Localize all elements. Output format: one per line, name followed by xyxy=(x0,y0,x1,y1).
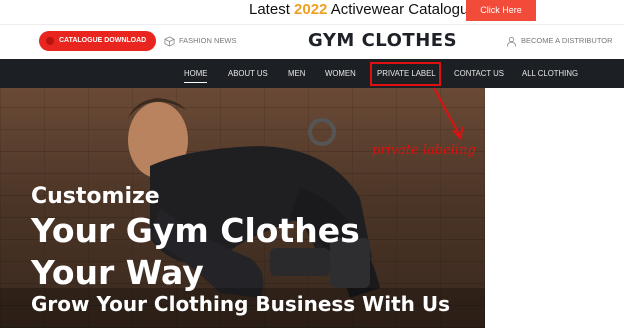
private-labeling-annotation: private labeling xyxy=(372,143,476,158)
distributor-label: BECOME A DISTRIBUTOR xyxy=(521,36,613,45)
annotation-arrow-icon xyxy=(433,87,464,141)
nav-item-contact-us[interactable]: CONTACT US xyxy=(454,59,504,88)
hero-headline-line2: Your Gym Clothes xyxy=(31,211,360,250)
nav-item-women[interactable]: WOMEN xyxy=(325,59,356,88)
nav-item-men[interactable]: MEN xyxy=(288,59,305,88)
promo-text-after: Activewear Catalogue xyxy=(327,1,477,18)
fashion-news-link[interactable]: FASHION NEWS xyxy=(164,34,237,48)
hero-headline-line3: Your Way xyxy=(31,253,204,292)
box-icon xyxy=(164,35,175,47)
click-here-button[interactable]: Click Here xyxy=(466,0,536,21)
hero-headline-line1: Customize xyxy=(31,184,160,209)
hero-subheadline: Grow Your Clothing Business With Us xyxy=(31,292,450,316)
private-label-highlight-box xyxy=(370,62,441,86)
site-header: CATALOGUE DOWNLOAD FASHION NEWS GYM CLOT… xyxy=(0,24,624,59)
catalogue-download-button[interactable]: CATALOGUE DOWNLOAD xyxy=(39,31,156,51)
fashion-news-label: FASHION NEWS xyxy=(179,36,237,45)
promo-text-before: Latest xyxy=(249,1,295,18)
become-distributor-link[interactable]: BECOME A DISTRIBUTOR xyxy=(506,34,613,48)
main-nav: HOME ABOUT US MEN WOMEN PRIVATE LABEL CO… xyxy=(0,59,624,88)
nav-item-all-clothing[interactable]: ALL CLOTHING xyxy=(522,59,578,88)
hero-right-blank xyxy=(485,88,624,328)
nav-item-home[interactable]: HOME xyxy=(184,59,208,88)
site-logo[interactable]: GYM CLOTHES xyxy=(308,30,457,51)
promo-bar: Latest 2022 Activewear Catalogue Click H… xyxy=(0,0,624,24)
catalogue-download-label: CATALOGUE DOWNLOAD xyxy=(59,37,147,44)
promo-text: Latest 2022 Activewear Catalogue xyxy=(249,0,477,20)
promo-year: 2022 xyxy=(294,1,328,18)
nav-item-about-us[interactable]: ABOUT US xyxy=(228,59,268,88)
download-icon xyxy=(46,37,54,45)
user-icon xyxy=(506,36,517,47)
